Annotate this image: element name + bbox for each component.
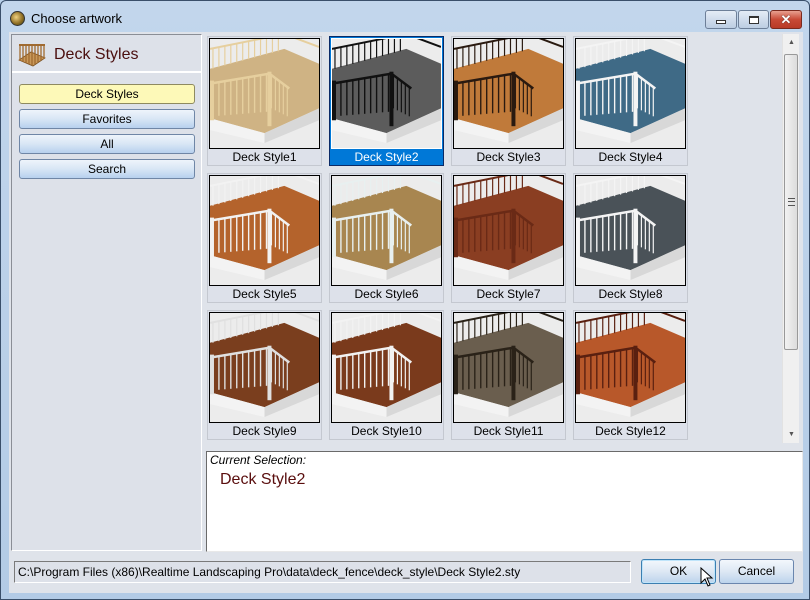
deck-thumbnail-image [331,175,442,286]
scroll-up-arrow-icon[interactable]: ▲ [783,34,800,51]
artwork-tile[interactable]: Deck Style11 [451,310,566,440]
category-header: Deck Styles [12,35,201,73]
deck-thumbnail-image [331,38,442,149]
deck-thumbnail-image [575,312,686,423]
deck-thumbnail-image [453,312,564,423]
deck-thumbnail-image [209,312,320,423]
deck-illustration [454,176,563,285]
nav-all-button[interactable]: All [19,134,195,154]
artwork-gallery: Deck Style1 Deck Style2 Deck Style3 Deck St… [205,34,803,443]
deck-thumbnail-image [453,175,564,286]
title-bar[interactable]: Choose artwork ✕ [1,1,809,34]
close-button[interactable]: ✕ [770,10,802,29]
nav-favorites-button[interactable]: Favorites [19,109,195,129]
deck-illustration [210,39,319,148]
artwork-tile-label: Deck Style1 [232,150,297,164]
close-icon: ✕ [780,11,792,27]
artwork-tile-label: Deck Style3 [476,150,541,164]
artwork-tile-label: Deck Style6 [354,287,419,301]
app-icon [10,11,25,26]
mouse-cursor-icon [700,567,714,587]
file-path-field: C:\Program Files (x86)\Realtime Landscap… [14,561,631,583]
deck-thumbnail-image [575,38,686,149]
artwork-tile[interactable]: Deck Style6 [329,173,444,303]
category-title: Deck Styles [54,46,139,63]
gallery-scrollbar[interactable]: ▲ ▼ [782,34,799,443]
artwork-tile[interactable]: Deck Style3 [451,36,566,166]
current-selection-value: Deck Style2 [220,471,306,488]
deck-illustration [454,39,563,148]
current-selection-box: Current Selection: Deck Style2 [206,451,803,552]
artwork-tile-label: Deck Style11 [473,424,544,438]
scroll-down-arrow-icon[interactable]: ▼ [783,426,800,443]
artwork-tile-label: Deck Style7 [476,287,541,301]
current-selection-label: Current Selection: [210,453,307,467]
maximize-icon [748,15,759,24]
artwork-tile-label: Deck Style9 [232,424,297,438]
artwork-tile-label: Deck Style8 [598,287,663,301]
minimize-icon [716,19,726,24]
nav-search-button[interactable]: Search [19,159,195,179]
deck-illustration [332,313,441,422]
artwork-tile-label: Deck Style4 [598,150,663,164]
deck-illustration [576,313,685,422]
artwork-tile-label: Deck Style2 [354,150,419,164]
deck-illustration [454,313,563,422]
deck-illustration [210,176,319,285]
deck-thumbnail-image [331,312,442,423]
minimize-button[interactable] [705,10,737,29]
scrollbar-thumb[interactable] [784,54,798,350]
deck-illustration [332,39,441,148]
artwork-tile[interactable]: Deck Style4 [573,36,688,166]
artwork-tile-label: Deck Style5 [232,287,297,301]
deck-thumbnail-image [575,175,686,286]
artwork-tile[interactable]: Deck Style10 [329,310,444,440]
window-title: Choose artwork [31,11,123,26]
deck-thumbnail-image [209,38,320,149]
artwork-tile[interactable]: Deck Style7 [451,173,566,303]
maximize-button[interactable] [738,10,769,29]
deck-icon [18,44,46,67]
artwork-tile[interactable]: Deck Style5 [207,173,322,303]
dialog-client-area: Deck Styles Deck Styles Favorites All Se… [9,32,803,593]
cancel-button[interactable]: Cancel [719,559,794,584]
deck-illustration [576,39,685,148]
artwork-tile[interactable]: Deck Style2 [329,36,444,166]
nav-deck-styles-button[interactable]: Deck Styles [19,84,195,104]
artwork-tile-label: Deck Style10 [351,424,422,438]
deck-thumbnail-image [209,175,320,286]
artwork-tile[interactable]: Deck Style1 [207,36,322,166]
deck-illustration [210,313,319,422]
choose-artwork-dialog: Choose artwork ✕ Deck Styles Deck Styles [0,0,810,600]
artwork-tile[interactable]: Deck Style12 [573,310,688,440]
deck-illustration [576,176,685,285]
category-panel: Deck Styles Deck Styles Favorites All Se… [11,34,202,551]
artwork-tile-label: Deck Style12 [595,424,666,438]
grip-icon [788,198,795,206]
deck-illustration [332,176,441,285]
artwork-tile[interactable]: Deck Style9 [207,310,322,440]
artwork-tile[interactable]: Deck Style8 [573,173,688,303]
deck-thumbnail-image [453,38,564,149]
